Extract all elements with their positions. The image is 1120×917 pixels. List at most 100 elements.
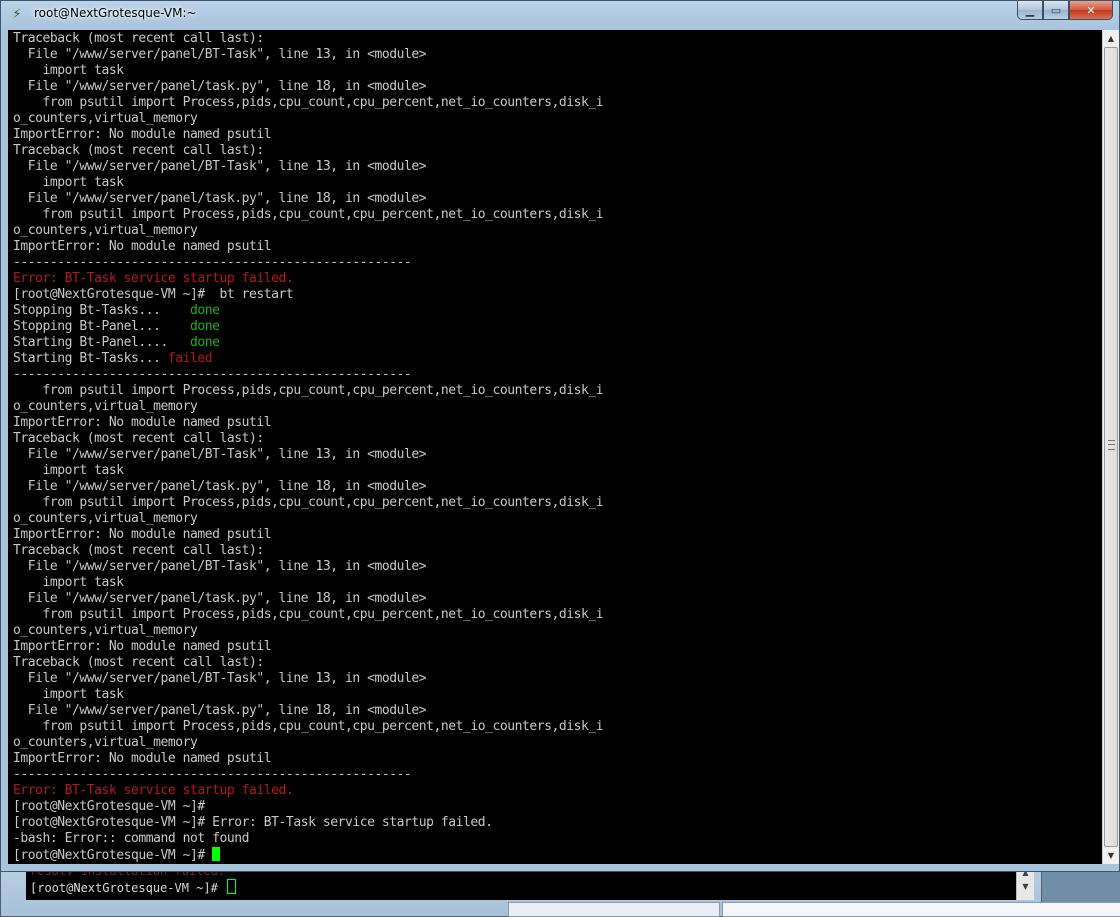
terminal-line: Traceback (most recent call last): <box>13 31 603 47</box>
terminal-text: o_counters,virtual_memory <box>13 223 198 238</box>
terminal-text: from psutil import Process,pids,cpu_coun… <box>13 495 604 510</box>
terminal-text: File "/www/server/panel/task.py", line 1… <box>13 479 427 494</box>
terminal-line: Starting Bt-Tasks... failed <box>13 351 603 367</box>
terminal-text: File "/www/server/panel/BT-Task", line 1… <box>13 159 427 174</box>
terminal-text: from psutil import Process,pids,cpu_coun… <box>13 95 604 110</box>
terminal-text: ImportError: No module named psutil <box>13 527 272 542</box>
terminal-cursor <box>212 847 221 861</box>
terminal-line: File "/www/server/panel/BT-Task", line 1… <box>13 447 603 463</box>
terminal-line: Traceback (most recent call last): <box>13 143 603 159</box>
terminal-text: File "/www/server/panel/BT-Task", line 1… <box>13 559 427 574</box>
terminal-line: o_counters,virtual_memory <box>13 223 603 239</box>
close-button[interactable]: ✕ <box>1069 1 1113 20</box>
terminal-line: [root@NextGrotesque-VM ~]# bt restart <box>13 287 603 303</box>
terminal-line: File "/www/server/panel/BT-Task", line 1… <box>13 47 603 63</box>
scrollbar-thumb[interactable] <box>1104 47 1118 847</box>
terminal-line: File "/www/server/panel/task.py", line 1… <box>13 591 603 607</box>
terminal-line: ImportError: No module named psutil <box>13 239 603 255</box>
vertical-scrollbar[interactable]: ▲ ▼ <box>1102 30 1119 864</box>
terminal-output[interactable]: Traceback (most recent call last): File … <box>8 30 1102 864</box>
terminal-line: from psutil import Process,pids,cpu_coun… <box>13 495 604 511</box>
terminal-line: ImportError: No module named psutil <box>13 527 603 543</box>
terminal-text: import task <box>13 63 125 78</box>
terminal-line: ----------------------------------------… <box>13 255 603 271</box>
terminal-text: Starting Bt-Panel.... <box>13 335 191 350</box>
terminal-line: [root@NextGrotesque-VM ~]# <box>13 799 603 815</box>
window-title: root@NextGrotesque-VM:~ <box>34 6 197 20</box>
terminal-line: o_counters,virtual_memory <box>13 399 603 415</box>
terminal-line: File "/www/server/panel/task.py", line 1… <box>13 191 603 207</box>
terminal-text: -bash: Error:: command not found <box>13 831 250 846</box>
terminal-text: done <box>190 303 220 318</box>
terminal-text: Stopping Bt-Tasks... <box>13 303 191 318</box>
terminal-text: import task <box>13 687 125 702</box>
terminal-text: o_counters,virtual_memory <box>13 111 198 126</box>
minimize-button[interactable]: ▁ <box>1017 1 1043 20</box>
terminal-line: Error: BT-Task service startup failed. <box>13 783 603 799</box>
terminal-text: File "/www/server/panel/task.py", line 1… <box>13 703 427 718</box>
terminal-line: o_counters,virtual_memory <box>13 511 603 527</box>
terminal-text: [root@NextGrotesque-VM ~]# <box>13 799 205 814</box>
terminal-text: o_counters,virtual_memory <box>13 623 198 638</box>
terminal-text: [root@NextGrotesque-VM ~]# Error: BT-Tas… <box>13 815 493 830</box>
terminal-line: ImportError: No module named psutil <box>13 415 603 431</box>
terminal-text: Error: BT-Task service startup failed. <box>13 271 294 286</box>
terminal-text: Stopping Bt-Panel... <box>13 319 191 334</box>
background-scroll-down-icon[interactable]: ▼ <box>1017 880 1034 894</box>
maximize-button[interactable]: ▭ <box>1043 1 1069 20</box>
terminal-text: done <box>190 319 220 334</box>
terminal-line: Stopping Bt-Tasks... done <box>13 303 603 319</box>
terminal-line: ----------------------------------------… <box>13 767 603 783</box>
terminal-text: Traceback (most recent call last): <box>13 543 264 558</box>
terminal-line: from psutil import Process,pids,cpu_coun… <box>13 95 604 111</box>
terminal-line: ----------------------------------------… <box>13 367 603 383</box>
terminal-line: import task <box>13 463 603 479</box>
terminal-line: from psutil import Process,pids,cpu_coun… <box>13 719 604 735</box>
terminal-text: File "/www/server/panel/BT-Task", line 1… <box>13 447 427 462</box>
terminal-line: import task <box>13 63 603 79</box>
terminal-text: failed <box>167 351 213 366</box>
terminal-text: from psutil import Process,pids,cpu_coun… <box>13 607 604 622</box>
terminal-line: from psutil import Process,pids,cpu_coun… <box>13 383 604 399</box>
putty-icon[interactable]: ⚡ <box>9 7 25 23</box>
terminal-line: File "/www/server/panel/task.py", line 1… <box>13 479 603 495</box>
terminal-line: import task <box>13 575 603 591</box>
terminal-line: [root@NextGrotesque-VM ~]# Error: BT-Tas… <box>13 815 603 831</box>
terminal-line: o_counters,virtual_memory <box>13 623 603 639</box>
terminal-text: ----------------------------------------… <box>13 767 412 782</box>
title-bar[interactable]: ⚡ root@NextGrotesque-VM:~ ▁ ▭ ✕ <box>1 1 1119 29</box>
background-prompt-text: [root@NextGrotesque-VM ~]# <box>30 881 218 895</box>
terminal-line: File "/www/server/panel/BT-Task", line 1… <box>13 671 603 687</box>
terminal-text: ----------------------------------------… <box>13 367 412 382</box>
terminal-line: Starting Bt-Panel.... done <box>13 335 603 351</box>
scroll-up-arrow-icon[interactable]: ▲ <box>1103 30 1119 47</box>
terminal-line: Traceback (most recent call last): <box>13 431 603 447</box>
terminal-text: from psutil import Process,pids,cpu_coun… <box>13 383 604 398</box>
terminal-line: import task <box>13 175 603 191</box>
terminal-line: Traceback (most recent call last): <box>13 655 603 671</box>
terminal-text: File "/www/server/panel/BT-Task", line 1… <box>13 47 427 62</box>
scroll-down-arrow-icon[interactable]: ▼ <box>1103 847 1119 864</box>
terminal-text: from psutil import Process,pids,cpu_coun… <box>13 207 604 222</box>
terminal-text: ImportError: No module named psutil <box>13 639 272 654</box>
terminal-line: Error: BT-Task service startup failed. <box>13 271 603 287</box>
terminal-line: import task <box>13 687 603 703</box>
terminal-text: ImportError: No module named psutil <box>13 751 272 766</box>
terminal-text: Traceback (most recent call last): <box>13 31 264 46</box>
terminal-text: Error: BT-Task service startup failed. <box>13 783 294 798</box>
terminal-text: ImportError: No module named psutil <box>13 127 272 142</box>
terminal-line: ImportError: No module named psutil <box>13 639 603 655</box>
background-prompt-line: [root@NextGrotesque-VM ~]# <box>30 879 237 895</box>
terminal-line: [root@NextGrotesque-VM ~]# <box>13 847 603 863</box>
terminal-line: from psutil import Process,pids,cpu_coun… <box>13 207 604 223</box>
terminal-text: Starting Bt-Tasks... <box>13 351 168 366</box>
terminal-text: import task <box>13 463 125 478</box>
terminal-line: Stopping Bt-Panel... done <box>13 319 603 335</box>
terminal-line: o_counters,virtual_memory <box>13 111 603 127</box>
terminal-lines: Traceback (most recent call last): File … <box>13 31 604 863</box>
terminal-text: o_counters,virtual_memory <box>13 399 198 414</box>
terminal-text: import task <box>13 575 125 590</box>
background-cursor <box>227 879 237 894</box>
terminal-line: File "/www/server/panel/task.py", line 1… <box>13 703 603 719</box>
terminal-text: File "/www/server/panel/task.py", line 1… <box>13 79 427 94</box>
